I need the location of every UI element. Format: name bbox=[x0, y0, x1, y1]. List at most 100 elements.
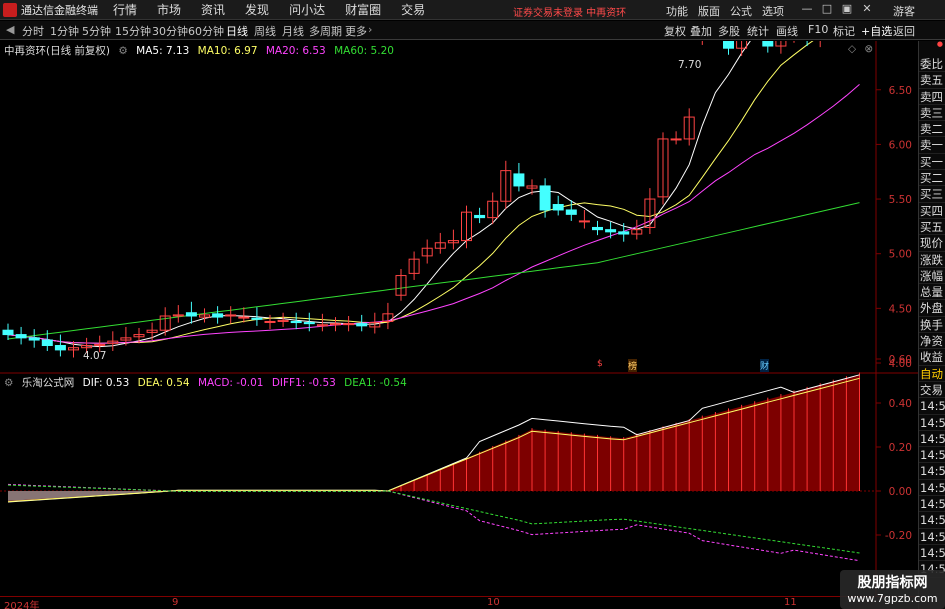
period-daily[interactable]: 日线 bbox=[226, 23, 248, 39]
macd-value: MACD: -0.01 bbox=[197, 377, 264, 389]
candle-body bbox=[343, 323, 355, 326]
sidebar-item-14[interactable]: 总量 bbox=[919, 284, 945, 301]
menu-function[interactable]: 功能 bbox=[666, 3, 688, 19]
menu-layout[interactable]: 版面 bbox=[698, 3, 720, 19]
chart-area[interactable]: 7.507.006.506.005.505.004.504.00 0.600.4… bbox=[0, 0, 918, 609]
kline-chart-svg[interactable]: 7.507.006.506.005.505.004.504.00 0.600.4… bbox=[0, 0, 918, 609]
sidebar-item-28[interactable]: 14:56 bbox=[919, 512, 945, 529]
sidebar-item-15[interactable]: 外盘 bbox=[919, 300, 945, 317]
btn-multistock[interactable]: 多股 bbox=[718, 23, 740, 39]
watermark-title: 股朋指标网 bbox=[857, 575, 928, 591]
stock-title[interactable]: 中再资环(日线 前复权) bbox=[4, 45, 110, 57]
restore-icon[interactable]: □ bbox=[820, 2, 834, 16]
event-marker-finance[interactable]: 财 bbox=[760, 359, 770, 372]
sidebar-item-26[interactable]: 14:56 bbox=[919, 480, 945, 497]
menu-wealth[interactable]: 财富圈 bbox=[345, 1, 381, 18]
btn-draw[interactable]: 画线 bbox=[776, 23, 798, 39]
period-monthly[interactable]: 月线 bbox=[282, 23, 304, 39]
candle-body bbox=[185, 312, 197, 317]
right-menu: 功能 版面 公式 选项 bbox=[666, 3, 794, 19]
candle-body bbox=[28, 337, 40, 341]
sidebar-item-9[interactable]: 买四 bbox=[919, 203, 945, 219]
btn-stats[interactable]: 统计 bbox=[747, 23, 769, 39]
period-15min[interactable]: 15分钟 bbox=[115, 23, 151, 39]
sidebar-item-1[interactable]: 卖五 bbox=[919, 72, 945, 89]
sidebar-item-19[interactable]: 自动 bbox=[919, 366, 945, 382]
period-30min[interactable]: 30分钟 bbox=[152, 23, 188, 39]
sidebar-item-10[interactable]: 买五 bbox=[919, 219, 945, 236]
sidebar-item-2[interactable]: 卖四 bbox=[919, 89, 945, 105]
menu-options[interactable]: 选项 bbox=[762, 3, 784, 19]
sidebar-item-25[interactable]: 14:56 bbox=[919, 463, 945, 480]
settings-icon[interactable]: ⚙ bbox=[118, 45, 127, 57]
ma5-line bbox=[7, 21, 860, 348]
period-1min[interactable]: 1分钟 bbox=[50, 23, 79, 39]
sidebar-item-17[interactable]: 净资 bbox=[919, 333, 945, 350]
period-intraday[interactable]: 分时 bbox=[22, 23, 44, 39]
period-weekly[interactable]: 周线 bbox=[254, 23, 276, 39]
panel-controls: ◇ ⊗ bbox=[848, 43, 878, 55]
sidebar-item-11[interactable]: 现价 bbox=[919, 235, 945, 252]
sidebar-item-16[interactable]: 换手 bbox=[919, 317, 945, 334]
btn-mark[interactable]: 标记 bbox=[833, 23, 855, 39]
sidebar-item-29[interactable]: 14:56 bbox=[919, 529, 945, 545]
period-more[interactable]: 更多 bbox=[345, 23, 367, 39]
candle-body bbox=[303, 322, 315, 325]
menu-news[interactable]: 资讯 bbox=[201, 1, 225, 18]
panel-close-icon[interactable]: ⊗ bbox=[864, 43, 873, 55]
candle-body bbox=[41, 339, 53, 347]
menu-market[interactable]: 市场 bbox=[157, 1, 181, 18]
toolbar-collapse-icon[interactable]: ◀ bbox=[6, 23, 14, 36]
sidebar-item-24[interactable]: 14:56 bbox=[919, 447, 945, 464]
btn-add-watchlist[interactable]: +自选 bbox=[861, 23, 892, 39]
diamond-icon[interactable]: ◇ bbox=[848, 43, 856, 55]
sidebar-item-20[interactable]: 交易 bbox=[919, 382, 945, 399]
guest-user[interactable]: 游客 bbox=[893, 3, 915, 19]
candle-body bbox=[15, 334, 27, 339]
event-marker-list[interactable]: 榜 bbox=[628, 359, 638, 372]
period-60min[interactable]: 60分钟 bbox=[188, 23, 224, 39]
title-bar: 通达信金融终端 行情 市场 资讯 发现 问小达 财富圈 交易 证券交易未登录 中… bbox=[0, 0, 945, 20]
maximize-icon[interactable]: ▣ bbox=[840, 2, 854, 16]
indicator-title[interactable]: 乐淘公式网 bbox=[22, 377, 75, 389]
login-notice[interactable]: 证券交易未登录 中再资环 bbox=[513, 4, 626, 19]
menu-ask[interactable]: 问小达 bbox=[289, 1, 325, 18]
sidebar-item-6[interactable]: 买一 bbox=[919, 154, 945, 171]
sub-y-axis-label: 0.00 bbox=[889, 486, 912, 498]
sidebar-item-4[interactable]: 卖二 bbox=[919, 121, 945, 138]
sidebar-item-12[interactable]: 涨跌 bbox=[919, 252, 945, 268]
sidebar-item-18[interactable]: 收益 bbox=[919, 349, 945, 366]
sidebar-item-7[interactable]: 买二 bbox=[919, 170, 945, 187]
sidebar-item-5[interactable]: 卖一 bbox=[919, 137, 945, 154]
menu-quotes[interactable]: 行情 bbox=[113, 1, 137, 18]
sidebar-item-8[interactable]: 买三 bbox=[919, 186, 945, 203]
sidebar-item-21[interactable]: 14:56 bbox=[919, 398, 945, 415]
period-5min[interactable]: 5分钟 bbox=[82, 23, 111, 39]
sidebar-item-23[interactable]: 14:56 bbox=[919, 431, 945, 448]
btn-overlay[interactable]: 叠加 bbox=[690, 23, 712, 39]
sidebar-item-3[interactable]: 卖三 bbox=[919, 105, 945, 122]
watermark-url: www.7gpzb.com bbox=[847, 592, 938, 605]
sub-settings-icon[interactable]: ⚙ bbox=[4, 377, 13, 389]
sidebar-item-13[interactable]: 涨幅 bbox=[919, 268, 945, 285]
btn-fuquan[interactable]: 复权 bbox=[664, 23, 686, 39]
more-chevron-icon[interactable]: › bbox=[368, 23, 372, 36]
date-label-sep: 9 bbox=[172, 597, 179, 608]
candle-body bbox=[592, 226, 603, 231]
sidebar-item-22[interactable]: 14:56 bbox=[919, 415, 945, 431]
dea1-value: DEA1: -0.54 bbox=[344, 377, 407, 389]
btn-back[interactable]: 返回 bbox=[893, 23, 915, 39]
menu-discover[interactable]: 发现 bbox=[245, 1, 269, 18]
sidebar-item-27[interactable]: 14:56 bbox=[919, 496, 945, 513]
event-marker-dividend[interactable]: $ bbox=[597, 359, 603, 369]
sidebar-item-0[interactable]: 委比 bbox=[919, 56, 945, 73]
close-icon[interactable]: ✕ bbox=[860, 2, 874, 16]
sidebar-item-30[interactable]: 14:56 bbox=[919, 545, 945, 562]
minimize-icon[interactable]: — bbox=[800, 2, 814, 16]
period-multi[interactable]: 多周期 bbox=[309, 23, 342, 39]
ma20-value: MA20: 6.53 bbox=[265, 45, 326, 57]
menu-formula[interactable]: 公式 bbox=[730, 3, 752, 19]
menu-trade[interactable]: 交易 bbox=[401, 1, 425, 18]
btn-f10[interactable]: F10 bbox=[808, 23, 828, 36]
dea-value: DEA: 0.54 bbox=[137, 377, 190, 389]
